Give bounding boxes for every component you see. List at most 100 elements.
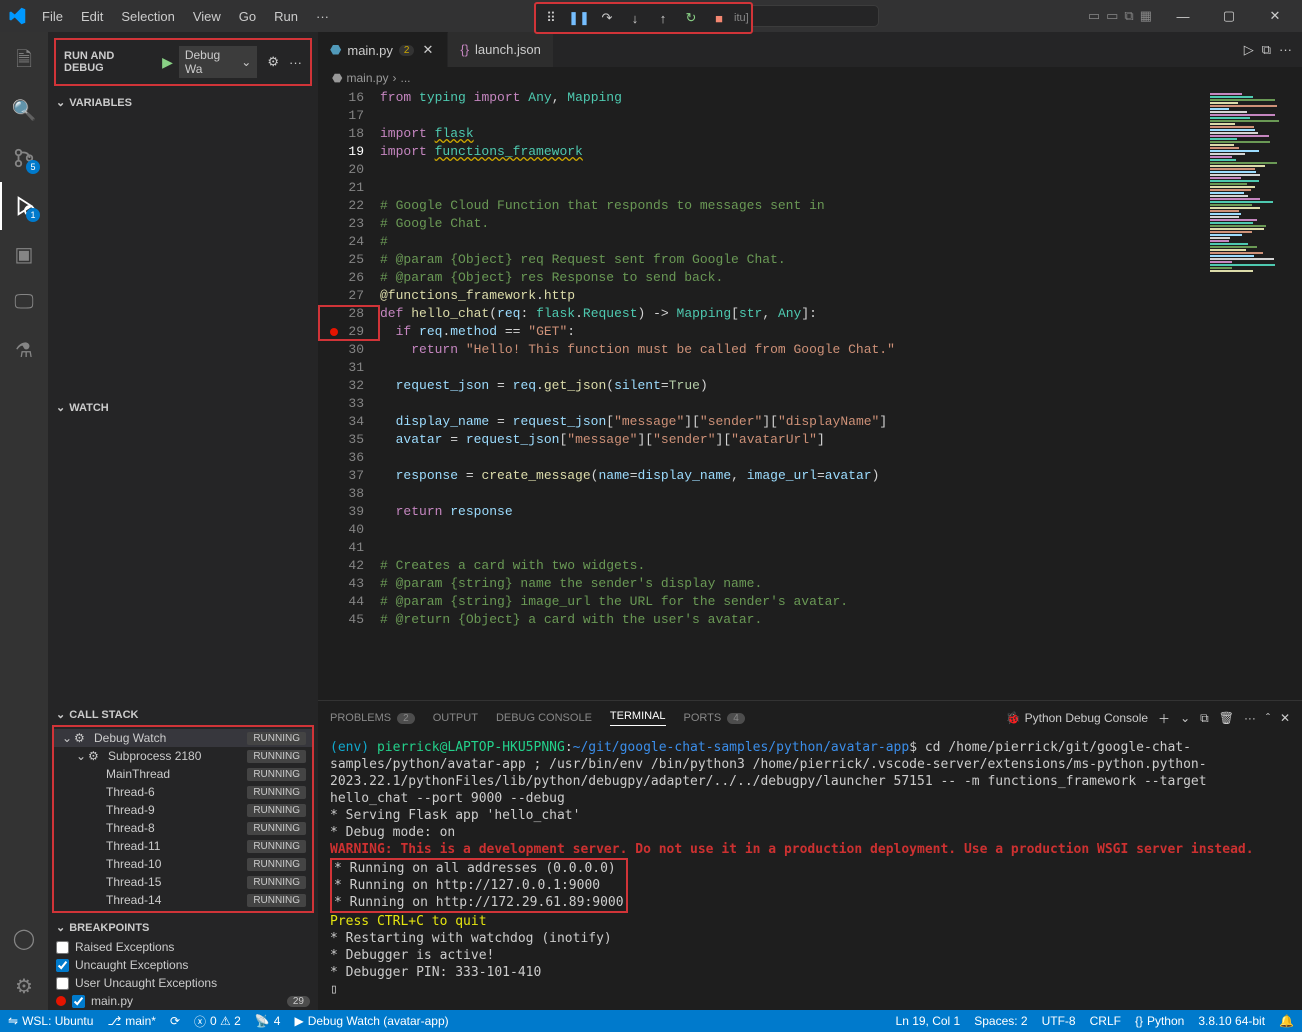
- callstack-row[interactable]: Thread-10RUNNING: [54, 855, 312, 873]
- status-remote[interactable]: ⇋ WSL: Ubuntu: [8, 1014, 93, 1028]
- code-content[interactable]: from typing import Any, Mappingimport fl…: [380, 89, 1206, 700]
- panel-close-icon[interactable]: ✕: [1280, 711, 1290, 725]
- status-problems[interactable]: ⓧ 0 ⚠ 2: [194, 1013, 241, 1030]
- activity-extensions-icon[interactable]: ▣: [0, 230, 48, 278]
- callstack-row[interactable]: ⌄⚙Debug WatchRUNNING: [54, 729, 312, 747]
- new-terminal-icon[interactable]: ＋: [1158, 710, 1170, 727]
- callstack-row[interactable]: Thread-9RUNNING: [54, 801, 312, 819]
- activity-scm-icon[interactable]: 5: [0, 134, 48, 182]
- debug-step-over-icon[interactable]: ↷: [594, 6, 620, 30]
- section-variables[interactable]: ⌄ VARIABLES: [48, 92, 318, 113]
- panel-output[interactable]: OUTPUT: [433, 712, 478, 724]
- debug-config-select[interactable]: Debug Wa ⌄: [179, 46, 258, 78]
- bottom-panel: PROBLEMS 2 OUTPUT DEBUG CONSOLE TERMINAL…: [318, 700, 1302, 1010]
- status-encoding[interactable]: UTF-8: [1042, 1014, 1076, 1028]
- debug-stop-icon[interactable]: ■: [706, 6, 732, 30]
- line-gutter[interactable]: 1617181920212223242526272829303132333435…: [318, 89, 380, 700]
- status-notifications-icon[interactable]: 🔔: [1279, 1014, 1294, 1028]
- debug-more-icon[interactable]: ···: [289, 55, 302, 70]
- activity-search-icon[interactable]: 🔍: [0, 86, 48, 134]
- menu-file[interactable]: File: [34, 5, 71, 28]
- callstack-row[interactable]: Thread-8RUNNING: [54, 819, 312, 837]
- tab-main-py[interactable]: ⬣ main.py 2 ✕: [318, 32, 448, 67]
- debug-sidebar: RUN AND DEBUG ▶ Debug Wa ⌄ ⚙ ··· ⌄ VARIA…: [48, 32, 318, 1010]
- layout-secondary-icon[interactable]: ⧉: [1124, 8, 1133, 24]
- bp-raised[interactable]: Raised Exceptions: [48, 938, 318, 956]
- breadcrumb[interactable]: ⬣ main.py › ...: [318, 67, 1302, 89]
- start-debug-icon[interactable]: ▶: [162, 54, 173, 71]
- callstack-row[interactable]: Thread-15RUNNING: [54, 873, 312, 891]
- panel-ports[interactable]: PORTS 4: [684, 712, 745, 724]
- layout-controls: ▭ ▭ ⧉ ▦: [1080, 8, 1160, 24]
- bp-uncaught[interactable]: Uncaught Exceptions: [48, 956, 318, 974]
- debug-step-out-icon[interactable]: ↑: [650, 6, 676, 30]
- status-branch[interactable]: ⎇ main*: [107, 1014, 156, 1028]
- activity-testing-icon[interactable]: ⚗: [0, 326, 48, 374]
- menu-go[interactable]: Go: [231, 5, 264, 28]
- section-breakpoints[interactable]: ⌄ BREAKPOINTS: [48, 917, 318, 938]
- menu-view[interactable]: View: [185, 5, 229, 28]
- window-maximize-icon[interactable]: ▢: [1206, 0, 1252, 32]
- activity-bar: 🗎 🔍 5 1 ▣ 🖵 ⚗ ◯ ⚙: [0, 32, 48, 1010]
- section-callstack[interactable]: ⌄ CALL STACK: [48, 704, 318, 725]
- kill-terminal-icon[interactable]: 🗑: [1219, 711, 1234, 725]
- status-language[interactable]: {} Python: [1135, 1014, 1184, 1028]
- activity-accounts-icon[interactable]: ◯: [0, 914, 48, 962]
- run-file-icon[interactable]: ▷: [1244, 42, 1254, 58]
- bp-user-uncaught[interactable]: User Uncaught Exceptions: [48, 974, 318, 992]
- callstack-row[interactable]: ⌄⚙Subprocess 2180RUNNING: [54, 747, 312, 765]
- panel-tabs: PROBLEMS 2 OUTPUT DEBUG CONSOLE TERMINAL…: [318, 701, 1302, 735]
- activity-explorer-icon[interactable]: 🗎: [0, 38, 48, 86]
- status-debug-target[interactable]: ▶ Debug Watch (avatar-app): [294, 1014, 448, 1028]
- status-lncol[interactable]: Ln 19, Col 1: [896, 1014, 961, 1028]
- menu-edit[interactable]: Edit: [73, 5, 111, 28]
- window-close-icon[interactable]: ✕: [1252, 0, 1298, 32]
- panel-debug-console[interactable]: DEBUG CONSOLE: [496, 712, 592, 724]
- activity-debug-icon[interactable]: 1: [0, 182, 48, 230]
- debug-restart-icon[interactable]: ↻: [678, 6, 704, 30]
- tab-launch-json[interactable]: {} launch.json: [448, 32, 553, 67]
- panel-problems[interactable]: PROBLEMS 2: [330, 712, 415, 724]
- layout-primary-icon[interactable]: ▭: [1088, 8, 1100, 24]
- tab-close-icon[interactable]: ✕: [420, 42, 435, 58]
- panel-terminal[interactable]: TERMINAL: [610, 710, 666, 726]
- terminal-content[interactable]: (env) pierrick@LAPTOP-HKU5PNNG:~/git/goo…: [318, 735, 1302, 1010]
- status-ports[interactable]: 📡 4: [255, 1014, 281, 1028]
- debug-drag-handle-icon[interactable]: ⠿: [538, 6, 564, 30]
- json-file-icon: {}: [460, 42, 469, 57]
- panel-maximize-icon[interactable]: ˆ: [1266, 711, 1270, 725]
- panel-more-icon[interactable]: ···: [1244, 711, 1256, 725]
- minimap[interactable]: [1206, 89, 1302, 700]
- menu-selection[interactable]: Selection: [113, 5, 182, 28]
- editor-more-icon[interactable]: ···: [1279, 42, 1292, 57]
- code-editor[interactable]: 1617181920212223242526272829303132333435…: [318, 89, 1302, 700]
- debug-settings-icon[interactable]: ⚙: [263, 54, 283, 70]
- python-file-icon: ⬣: [330, 42, 341, 58]
- window-minimize-icon[interactable]: —: [1160, 0, 1206, 32]
- layout-panel-icon[interactable]: ▭: [1106, 8, 1118, 24]
- callstack-row[interactable]: MainThreadRUNNING: [54, 765, 312, 783]
- layout-customize-icon[interactable]: ▦: [1140, 8, 1152, 24]
- menu-more-icon[interactable]: ···: [308, 5, 337, 28]
- scm-badge: 5: [26, 160, 40, 174]
- menu-run[interactable]: Run: [266, 5, 306, 28]
- status-eol[interactable]: CRLF: [1090, 1014, 1121, 1028]
- callstack-row[interactable]: Thread-11RUNNING: [54, 837, 312, 855]
- debug-pause-icon[interactable]: ❚❚: [566, 6, 592, 30]
- status-spaces[interactable]: Spaces: 2: [974, 1014, 1027, 1028]
- section-watch[interactable]: ⌄ WATCH: [48, 397, 318, 418]
- terminal-selector[interactable]: 🐞 Python Debug Console: [1006, 711, 1148, 725]
- callstack-row[interactable]: Thread-14RUNNING: [54, 891, 312, 909]
- status-sync[interactable]: ⟳: [170, 1014, 180, 1028]
- debug-step-into-icon[interactable]: ↓: [622, 6, 648, 30]
- debug-toolbar[interactable]: ⠿ ❚❚ ↷ ↓ ↑ ↻ ■ itu]: [534, 2, 753, 34]
- status-python[interactable]: 3.8.10 64-bit: [1198, 1014, 1265, 1028]
- terminal-dropdown-icon[interactable]: ⌄: [1180, 711, 1190, 725]
- activity-remote-icon[interactable]: 🖵: [0, 278, 48, 326]
- split-terminal-icon[interactable]: ⧉: [1200, 711, 1209, 726]
- callstack-row[interactable]: Thread-6RUNNING: [54, 783, 312, 801]
- bp-file[interactable]: main.py29: [48, 992, 318, 1010]
- activity-settings-icon[interactable]: ⚙: [0, 962, 48, 1010]
- split-editor-icon[interactable]: ⧉: [1262, 42, 1271, 58]
- python-file-icon: ⬣: [332, 71, 342, 85]
